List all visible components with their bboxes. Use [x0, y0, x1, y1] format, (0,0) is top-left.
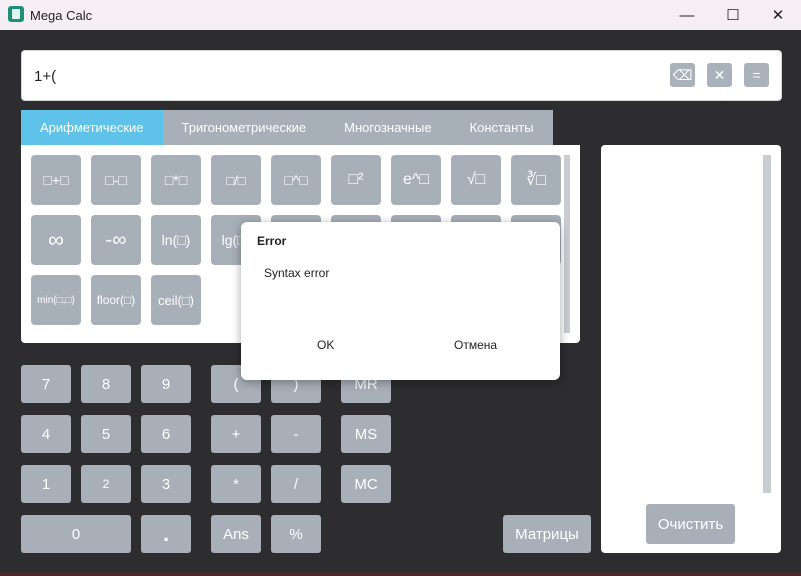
maximize-button[interactable]: ☐: [710, 0, 756, 30]
infinity-button[interactable]: ∞: [31, 215, 81, 265]
history-panel: Очистить: [601, 145, 781, 553]
min-button[interactable]: min(□,□): [31, 275, 81, 325]
minimize-button[interactable]: —: [664, 0, 710, 30]
minus-button[interactable]: -: [271, 415, 321, 453]
window-title: Mega Calc: [30, 8, 93, 23]
answer-button[interactable]: Ans: [211, 515, 261, 553]
digit-8-button[interactable]: 8: [81, 365, 131, 403]
digit-0-button[interactable]: 0: [21, 515, 131, 553]
cbrt-template-button[interactable]: ∛□: [511, 155, 561, 205]
digit-2-button[interactable]: 2: [81, 465, 131, 503]
cancel-button[interactable]: Отмена: [454, 338, 497, 352]
digit-5-button[interactable]: 5: [81, 415, 131, 453]
digit-4-button[interactable]: 4: [21, 415, 71, 453]
tab-trigonometric[interactable]: Тригонометрические: [162, 110, 326, 145]
add-template-button[interactable]: □+□: [31, 155, 81, 205]
power-template-button[interactable]: □^□: [271, 155, 321, 205]
ceil-button[interactable]: ceil(□): [151, 275, 201, 325]
digit-1-button[interactable]: 1: [21, 465, 71, 503]
function-panel-scrollbar[interactable]: [564, 155, 570, 333]
digit-7-button[interactable]: 7: [21, 365, 71, 403]
divide-button[interactable]: /: [271, 465, 321, 503]
negative-infinity-button[interactable]: -∞: [91, 215, 141, 265]
matrices-button[interactable]: Матрицы: [503, 515, 591, 553]
close-window-button[interactable]: ✕: [755, 0, 801, 30]
expression-display[interactable]: 1+( ⌫ ✕ =: [21, 50, 782, 101]
window-bottom-edge: [0, 572, 801, 576]
digit-3-button[interactable]: 3: [141, 465, 191, 503]
calculator-app-icon: [8, 6, 24, 22]
clear-expression-button[interactable]: ✕: [707, 63, 732, 87]
multiply-template-button[interactable]: □*□: [151, 155, 201, 205]
sqrt-template-button[interactable]: √□: [451, 155, 501, 205]
exp-template-button[interactable]: e^□: [391, 155, 441, 205]
fraction-template-button[interactable]: □/□: [211, 155, 261, 205]
clear-history-button[interactable]: Очистить: [646, 504, 735, 544]
expression-text: 1+(: [34, 68, 57, 85]
square-template-button[interactable]: □²: [331, 155, 381, 205]
percent-button[interactable]: %: [271, 515, 321, 553]
subtract-template-button[interactable]: □-□: [91, 155, 141, 205]
ok-button[interactable]: OK: [317, 338, 334, 352]
dialog-title: Error: [257, 234, 287, 248]
tab-constants[interactable]: Константы: [450, 110, 553, 145]
floor-button[interactable]: floor(□): [91, 275, 141, 325]
digit-9-button[interactable]: 9: [141, 365, 191, 403]
equals-button[interactable]: =: [744, 63, 769, 87]
digit-6-button[interactable]: 6: [141, 415, 191, 453]
ln-button[interactable]: ln(□): [151, 215, 201, 265]
error-dialog: Error Syntax error OK Отмена: [241, 222, 560, 380]
multiply-button[interactable]: *: [211, 465, 261, 503]
function-tabs: Арифметические Тригонометрические Многоз…: [21, 110, 553, 145]
plus-button[interactable]: +: [211, 415, 261, 453]
history-scrollbar[interactable]: [763, 155, 771, 493]
dialog-message: Syntax error: [264, 266, 330, 280]
tab-multivalued[interactable]: Многозначные: [325, 110, 451, 145]
memory-clear-button[interactable]: MC: [341, 465, 391, 503]
title-bar: Mega Calc — ☐ ✕: [0, 0, 801, 30]
decimal-point-button[interactable]: .: [141, 515, 191, 553]
tab-arithmetic[interactable]: Арифметические: [21, 110, 163, 145]
memory-store-button[interactable]: MS: [341, 415, 391, 453]
backspace-button[interactable]: ⌫: [670, 63, 695, 87]
